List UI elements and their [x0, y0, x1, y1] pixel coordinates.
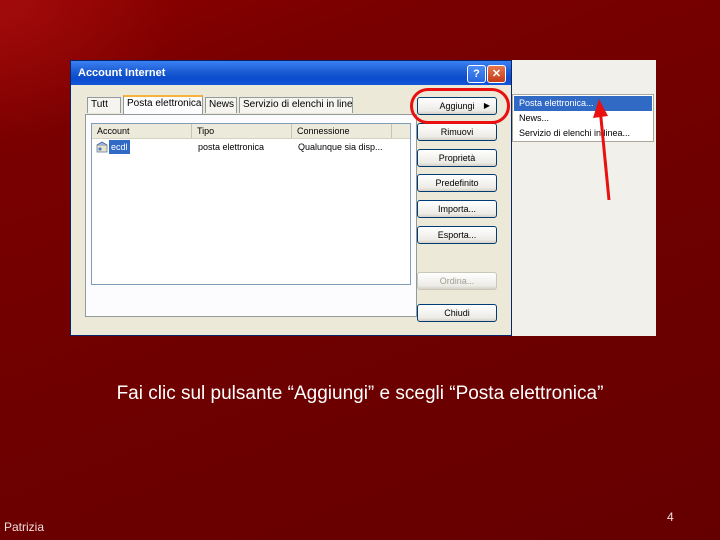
- menu-item-news[interactable]: News...: [514, 111, 652, 126]
- table-row[interactable]: ecdl posta elettronica Qualunque sia dis…: [92, 140, 410, 154]
- ordina-button[interactable]: Ordina...: [417, 272, 497, 290]
- column-account[interactable]: Account: [92, 124, 192, 138]
- tab-servizio-elenchi[interactable]: Servizio di elenchi in linea: [239, 97, 353, 113]
- tab-posta-elettronica[interactable]: Posta elettronica: [123, 95, 203, 115]
- screenshot: Account Internet ? ✕ Tutt Posta elettron…: [70, 60, 656, 336]
- importa-button[interactable]: Importa...: [417, 200, 497, 218]
- dialog-title: Account Internet: [78, 67, 166, 79]
- help-button[interactable]: ?: [467, 65, 486, 83]
- tab-tutti[interactable]: Tutt: [87, 97, 121, 113]
- close-icon[interactable]: ✕: [487, 65, 506, 83]
- account-name: ecdl: [109, 140, 130, 154]
- accounts-list[interactable]: Account Tipo Connessione ecdl posta elet…: [91, 123, 411, 285]
- column-connessione[interactable]: Connessione: [292, 124, 392, 138]
- slide-page-number: 4: [667, 510, 674, 524]
- predefinito-button[interactable]: Predefinito: [417, 174, 497, 192]
- dialog-titlebar: Account Internet: [71, 61, 511, 85]
- tab-panel: Account Tipo Connessione ecdl posta elet…: [85, 114, 417, 317]
- tab-news[interactable]: News: [205, 97, 237, 113]
- proprieta-button[interactable]: Proprietà: [417, 149, 497, 167]
- rimuovi-button[interactable]: Rimuovi: [417, 123, 497, 141]
- esporta-button[interactable]: Esporta...: [417, 226, 497, 244]
- slide-caption: Fai clic sul pulsante “Aggiungi” e scegl…: [116, 383, 604, 404]
- aggiungi-context-menu: Posta elettronica... News... Servizio di…: [512, 94, 654, 142]
- column-tipo[interactable]: Tipo: [192, 124, 292, 138]
- menu-item-posta-elettronica[interactable]: Posta elettronica...: [514, 96, 652, 111]
- mail-account-icon: [96, 141, 108, 153]
- slide-author: Patrizia: [4, 520, 45, 534]
- annotation-arrow-icon: [593, 99, 611, 201]
- account-type: posta elettronica: [198, 142, 265, 152]
- menu-item-servizio-elenchi[interactable]: Servizio di elenchi in linea...: [514, 126, 652, 141]
- chiudi-button[interactable]: Chiudi: [417, 304, 497, 322]
- account-connection: Qualunque sia disp...: [298, 142, 383, 152]
- list-header: Account Tipo Connessione: [92, 124, 410, 139]
- highlight-circle: [410, 88, 510, 124]
